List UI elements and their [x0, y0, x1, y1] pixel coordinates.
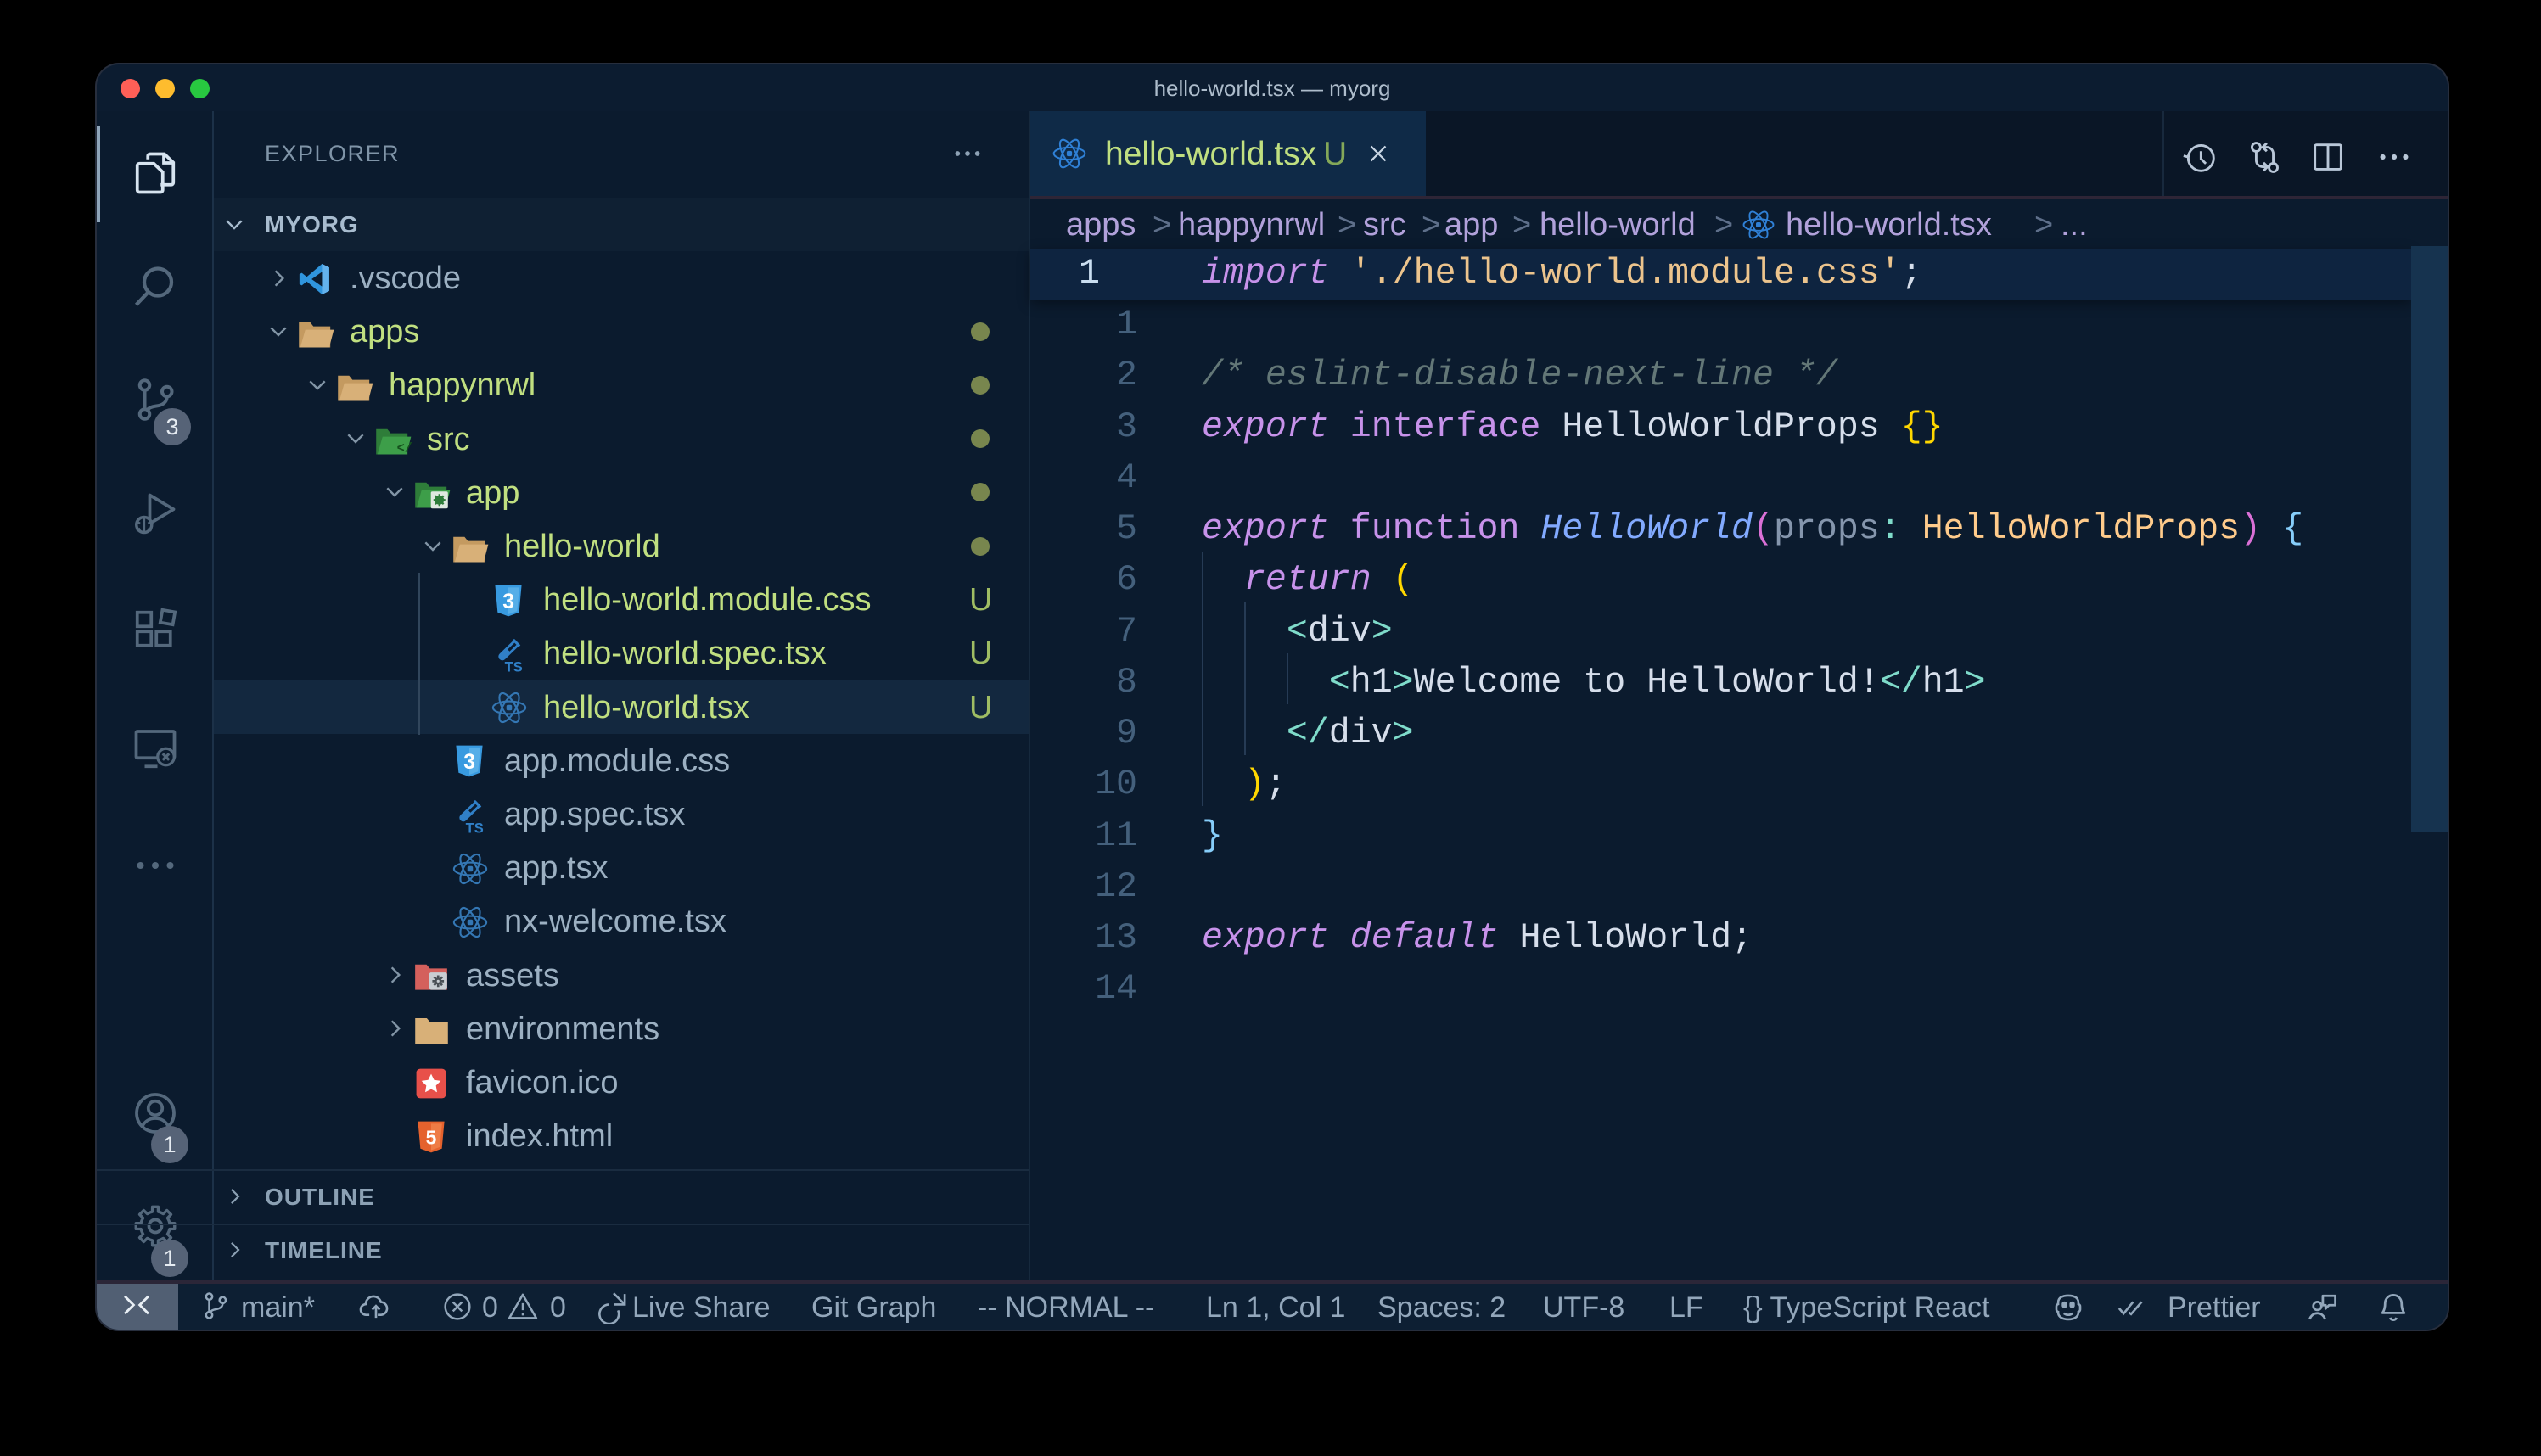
svg-text:5: 5 [426, 1126, 437, 1148]
svg-text:3: 3 [463, 751, 475, 774]
svg-text:TS: TS [505, 660, 523, 673]
svg-text:TS: TS [466, 821, 484, 834]
svg-text:3: 3 [502, 591, 514, 613]
svg-text:</>: </> [397, 440, 412, 456]
